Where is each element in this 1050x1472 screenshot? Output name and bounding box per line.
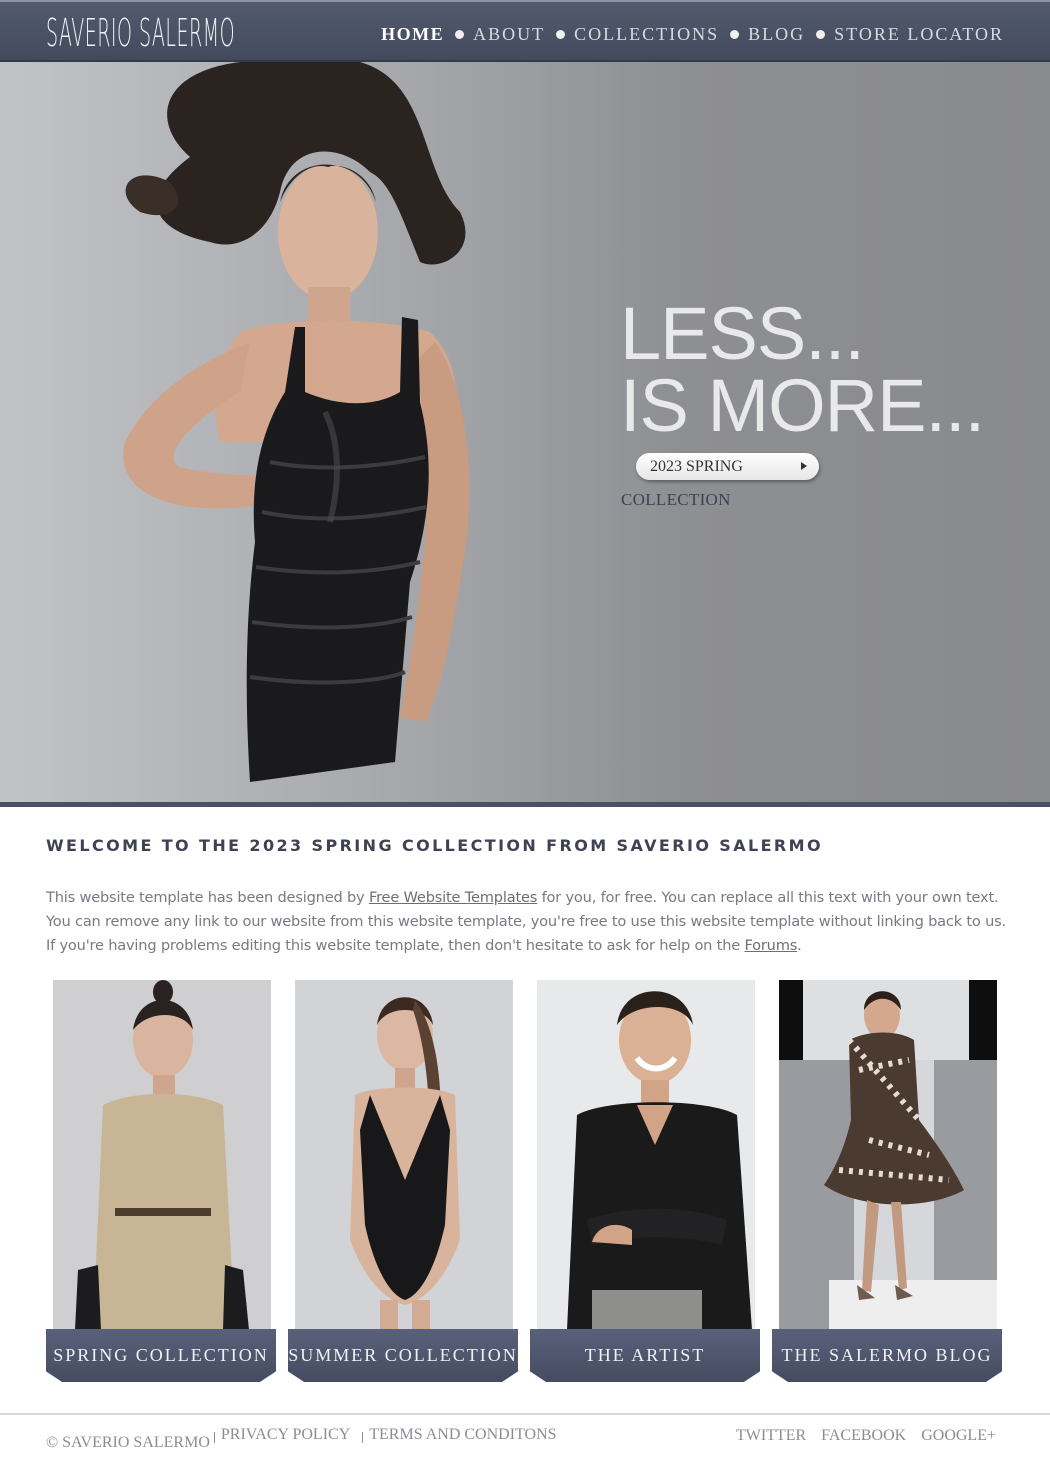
hero-subtitle: COLLECTION	[621, 490, 731, 509]
card-label[interactable]: THE ARTIST	[530, 1329, 760, 1382]
salermo-blog-photo	[779, 980, 997, 1330]
facebook-link[interactable]: FACEBOOK	[821, 1427, 906, 1445]
card-label[interactable]: SUMMER COLLECTION	[288, 1329, 518, 1382]
welcome-paragraph: This website template has been designed …	[46, 886, 1010, 958]
site-logo[interactable]: SAVERIO SALERMO	[46, 13, 235, 53]
hero-bottom-border	[0, 802, 1050, 807]
hero-headline-line-1: LESS...	[620, 292, 865, 375]
footer-separator	[213, 1432, 215, 1443]
terms-link[interactable]: TERMS AND CONDITONS	[369, 1426, 556, 1444]
nav-blog[interactable]: BLOG	[748, 22, 805, 46]
card-summer-collection[interactable]: SUMMER COLLECTION	[288, 980, 518, 1382]
google-plus-link[interactable]: GOOGLE+	[921, 1427, 996, 1445]
hero-banner: LESS... IS MORE... 2023 SPRING COLLECTIO…	[0, 62, 1050, 802]
card-the-artist[interactable]: THE ARTIST	[530, 980, 760, 1382]
footer-separator	[362, 1432, 364, 1443]
play-arrow-icon	[801, 462, 807, 470]
hero-model-image	[123, 62, 470, 782]
card-the-salermo-blog[interactable]: THE SALERMO BLOG	[772, 980, 1002, 1382]
collection-button[interactable]: 2023 SPRING	[636, 453, 819, 480]
forums-link[interactable]: Forums	[744, 937, 797, 954]
nav-separator-dot	[455, 29, 465, 39]
nav-collections[interactable]: COLLECTIONS	[574, 22, 719, 46]
nav-about[interactable]: ABOUT	[473, 22, 545, 46]
free-website-templates-link[interactable]: Free Website Templates	[369, 889, 537, 906]
card-label[interactable]: THE SALERMO BLOG	[772, 1329, 1002, 1382]
nav-separator-dot	[816, 29, 826, 39]
spring-collection-photo	[53, 980, 271, 1330]
copyright-text: © SAVERIO SALERMO	[46, 1434, 210, 1451]
welcome-text-part: .	[797, 937, 802, 954]
nav-separator-dot	[556, 29, 566, 39]
nav-home[interactable]: HOME	[381, 22, 444, 46]
collection-button-label: 2023 SPRING	[650, 458, 743, 475]
twitter-link[interactable]: TWITTER	[736, 1427, 806, 1445]
nav-store-locator[interactable]: STORE LOCATOR	[834, 22, 1004, 46]
social-links: TWITTER FACEBOOK GOOGLE+	[721, 1427, 996, 1445]
privacy-policy-link[interactable]: PRIVACY POLICY	[221, 1426, 350, 1444]
card-label[interactable]: SPRING COLLECTION	[46, 1329, 276, 1382]
welcome-heading: WELCOME TO THE 2023 SPRING COLLECTION FR…	[46, 836, 823, 855]
hero-headline: LESS... IS MORE...	[620, 292, 985, 447]
nav-separator-dot	[730, 29, 740, 39]
footer-left: © SAVERIO SALERMO PRIVACY POLICY TERMS A…	[46, 1426, 565, 1452]
card-spring-collection[interactable]: SPRING COLLECTION	[46, 980, 276, 1382]
site-header: SAVERIO SALERMO HOME ABOUT COLLECTIONS B…	[0, 0, 1050, 62]
welcome-text-part: This website template has been designed …	[46, 889, 369, 906]
hero-headline-line-2: IS MORE...	[620, 364, 985, 447]
the-artist-photo	[537, 980, 755, 1330]
footer-divider	[0, 1413, 1050, 1415]
summer-collection-photo	[295, 980, 513, 1330]
main-nav: HOME ABOUT COLLECTIONS BLOG STORE LOCATO…	[381, 22, 1004, 46]
